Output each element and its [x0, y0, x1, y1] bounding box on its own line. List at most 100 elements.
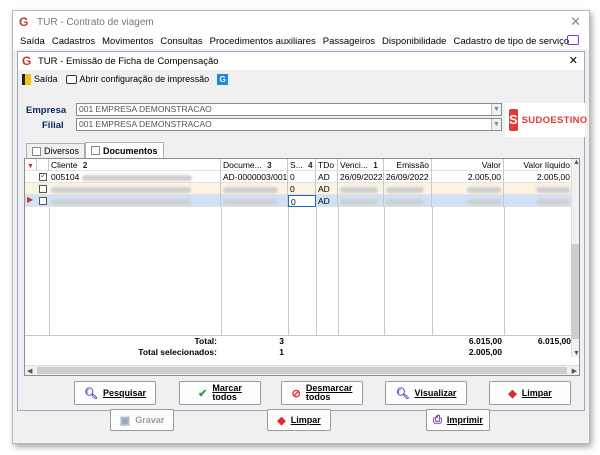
filial-combo[interactable]: 001 EMPRESA DEMONSTRACAO ▼: [76, 118, 502, 131]
cell-s: 0: [288, 183, 316, 195]
check-icon: ✔: [198, 387, 208, 400]
printer-icon: [65, 74, 77, 84]
horizontal-scroll-thumb[interactable]: [37, 367, 567, 374]
filial-label: Filial: [42, 120, 64, 131]
print-config-button[interactable]: Abrir configuração de impressão: [65, 74, 209, 84]
empresa-combo[interactable]: 001 EMPRESA DEMONSTRACAO ▼: [76, 103, 502, 116]
filial-value: 001 EMPRESA DEMONSTRACAO: [79, 119, 212, 129]
documents-grid[interactable]: ▼ Cliente 2 Docume... 3 S... 4 TDo Venci…: [24, 158, 580, 376]
prohibited-icon: ⊘: [291, 387, 301, 400]
empresa-value: 001 EMPRESA DEMONSTRACAO: [79, 104, 212, 114]
menu-passageiros[interactable]: Passageiros: [323, 36, 375, 47]
cell-s-editing[interactable]: 0: [288, 195, 316, 207]
header-tdo[interactable]: TDo: [316, 159, 338, 171]
desmarcar-todos-button[interactable]: ⊘ Desmarcar todos: [281, 381, 363, 405]
row-checkbox[interactable]: [39, 197, 47, 205]
cell-emissao: [384, 183, 432, 195]
exit-button[interactable]: Saída: [22, 73, 58, 85]
g-icon: G: [217, 73, 229, 85]
marcar-todos-button[interactable]: ✔ Marcar todos: [179, 381, 261, 405]
gravar-button[interactable]: ▣ Gravar: [110, 409, 174, 431]
cell-valor: [432, 195, 504, 207]
header-tdo-label: TDo: [318, 160, 335, 170]
company-logo: S SUDOESTINO: [505, 103, 587, 137]
pesquisar-button[interactable]: 🔍︎ Pesquisar: [74, 381, 156, 405]
scroll-down-icon[interactable]: ▼: [573, 350, 579, 357]
header-emissao-label: Emissão: [396, 160, 429, 170]
menu-consultas[interactable]: Consultas: [160, 36, 202, 47]
check-header[interactable]: [37, 159, 49, 171]
limpar-button[interactable]: ◆ Limpar: [489, 381, 571, 405]
tab-documentos[interactable]: Documentos: [85, 142, 164, 158]
chat-icon[interactable]: [567, 35, 579, 45]
current-row-arrow-icon: ▶: [27, 195, 34, 204]
cell-documento: AD-0000003/001: [223, 171, 288, 183]
cell-emissao: 26/09/2022: [384, 171, 432, 183]
cell-valor-liquido: [504, 195, 573, 207]
toolbar: Saída Abrir configuração de impressão G: [22, 72, 236, 86]
cell-tdo: AD: [316, 171, 338, 183]
eraser-icon: ◆: [277, 414, 286, 427]
cell-cliente: [49, 183, 221, 195]
cell-cliente: [49, 195, 221, 207]
chevron-down-icon[interactable]: ▼: [491, 119, 501, 130]
search-icon: 🔍︎: [84, 387, 98, 400]
cell-s: 0: [288, 171, 316, 183]
menu-cadastro-tipo-servico[interactable]: Cadastro de tipo de serviço: [453, 36, 569, 47]
cell-valor-liquido: 2.005,00: [504, 171, 573, 183]
limpar-bottom-button[interactable]: ◆ Limpar: [267, 409, 331, 431]
cell-valor: [432, 183, 504, 195]
header-cliente-label: Cliente: [51, 160, 78, 170]
cell-cliente: 005104: [49, 171, 221, 183]
sort-index: 1: [373, 161, 378, 170]
horizontal-scrollbar[interactable]: ◀ ▶: [25, 365, 579, 375]
chevron-down-icon[interactable]: ▼: [491, 104, 501, 115]
tab-bar: Diversos Documentos: [26, 142, 164, 158]
header-documento-label: Docume...: [223, 160, 262, 170]
row-checkbox[interactable]: [39, 171, 47, 181]
cell-documento: [221, 183, 288, 195]
selected-count: 1: [279, 347, 284, 357]
menu-saida[interactable]: Saída: [20, 36, 45, 47]
g-button[interactable]: G: [217, 73, 229, 85]
menu-cadastros[interactable]: Cadastros: [52, 36, 95, 47]
menu-procedimentos[interactable]: Procedimentos auxiliares: [210, 36, 316, 47]
cell-valor: 2.005,00: [432, 171, 504, 183]
vertical-scroll-thumb[interactable]: [571, 244, 579, 339]
header-valor[interactable]: Valor: [432, 159, 504, 171]
imprimir-button[interactable]: ⎙ Imprimir: [426, 409, 490, 431]
visualizar-button[interactable]: 🔍︎ Visualizar: [385, 381, 467, 405]
sort-index: 2: [82, 161, 88, 170]
cell-tdo: AD: [316, 195, 338, 207]
cell-vencimento: [338, 183, 384, 195]
menu-movimentos[interactable]: Movimentos: [102, 36, 153, 47]
vertical-scrollbar[interactable]: ▲ ▼: [571, 159, 579, 357]
cell-valor-liquido: [504, 183, 573, 195]
cell-tdo: AD: [316, 183, 338, 195]
row-checkbox[interactable]: [39, 185, 47, 193]
header-cliente[interactable]: Cliente 2: [49, 159, 221, 171]
header-valor-liquido[interactable]: Valor líquido: [504, 159, 573, 171]
empresa-label: Empresa: [26, 105, 67, 116]
search-icon: 🔍︎: [395, 387, 410, 400]
header-documento[interactable]: Docume... 3: [221, 159, 288, 171]
window-close-button[interactable]: ✕: [570, 14, 581, 30]
eraser-icon: ◆: [508, 387, 517, 400]
total-liquido: 6.015,00: [537, 336, 571, 346]
child-close-button[interactable]: ✕: [569, 54, 578, 67]
header-emissao[interactable]: Emissão: [384, 159, 432, 171]
tab-label: Diversos: [44, 146, 80, 156]
header-vencimento[interactable]: Venci... 1: [338, 159, 384, 171]
scroll-up-icon[interactable]: ▲: [573, 159, 579, 166]
header-vencimento-label: Venci...: [340, 160, 368, 170]
row-indicator-header: ▼: [25, 159, 37, 171]
main-window: G TUR - Contrato de viagem ✕ Saída Cadas…: [12, 10, 590, 444]
menu-disponibilidade[interactable]: Disponibilidade: [382, 36, 446, 47]
scroll-right-icon[interactable]: ▶: [572, 367, 577, 375]
scroll-left-icon[interactable]: ◀: [27, 367, 32, 375]
tab-diversos[interactable]: Diversos: [26, 143, 86, 158]
total-label: Total:: [194, 336, 217, 346]
selected-valor: 2.005,00: [468, 347, 502, 357]
header-s-label: S...: [290, 160, 303, 170]
header-s[interactable]: S... 4: [288, 159, 316, 171]
